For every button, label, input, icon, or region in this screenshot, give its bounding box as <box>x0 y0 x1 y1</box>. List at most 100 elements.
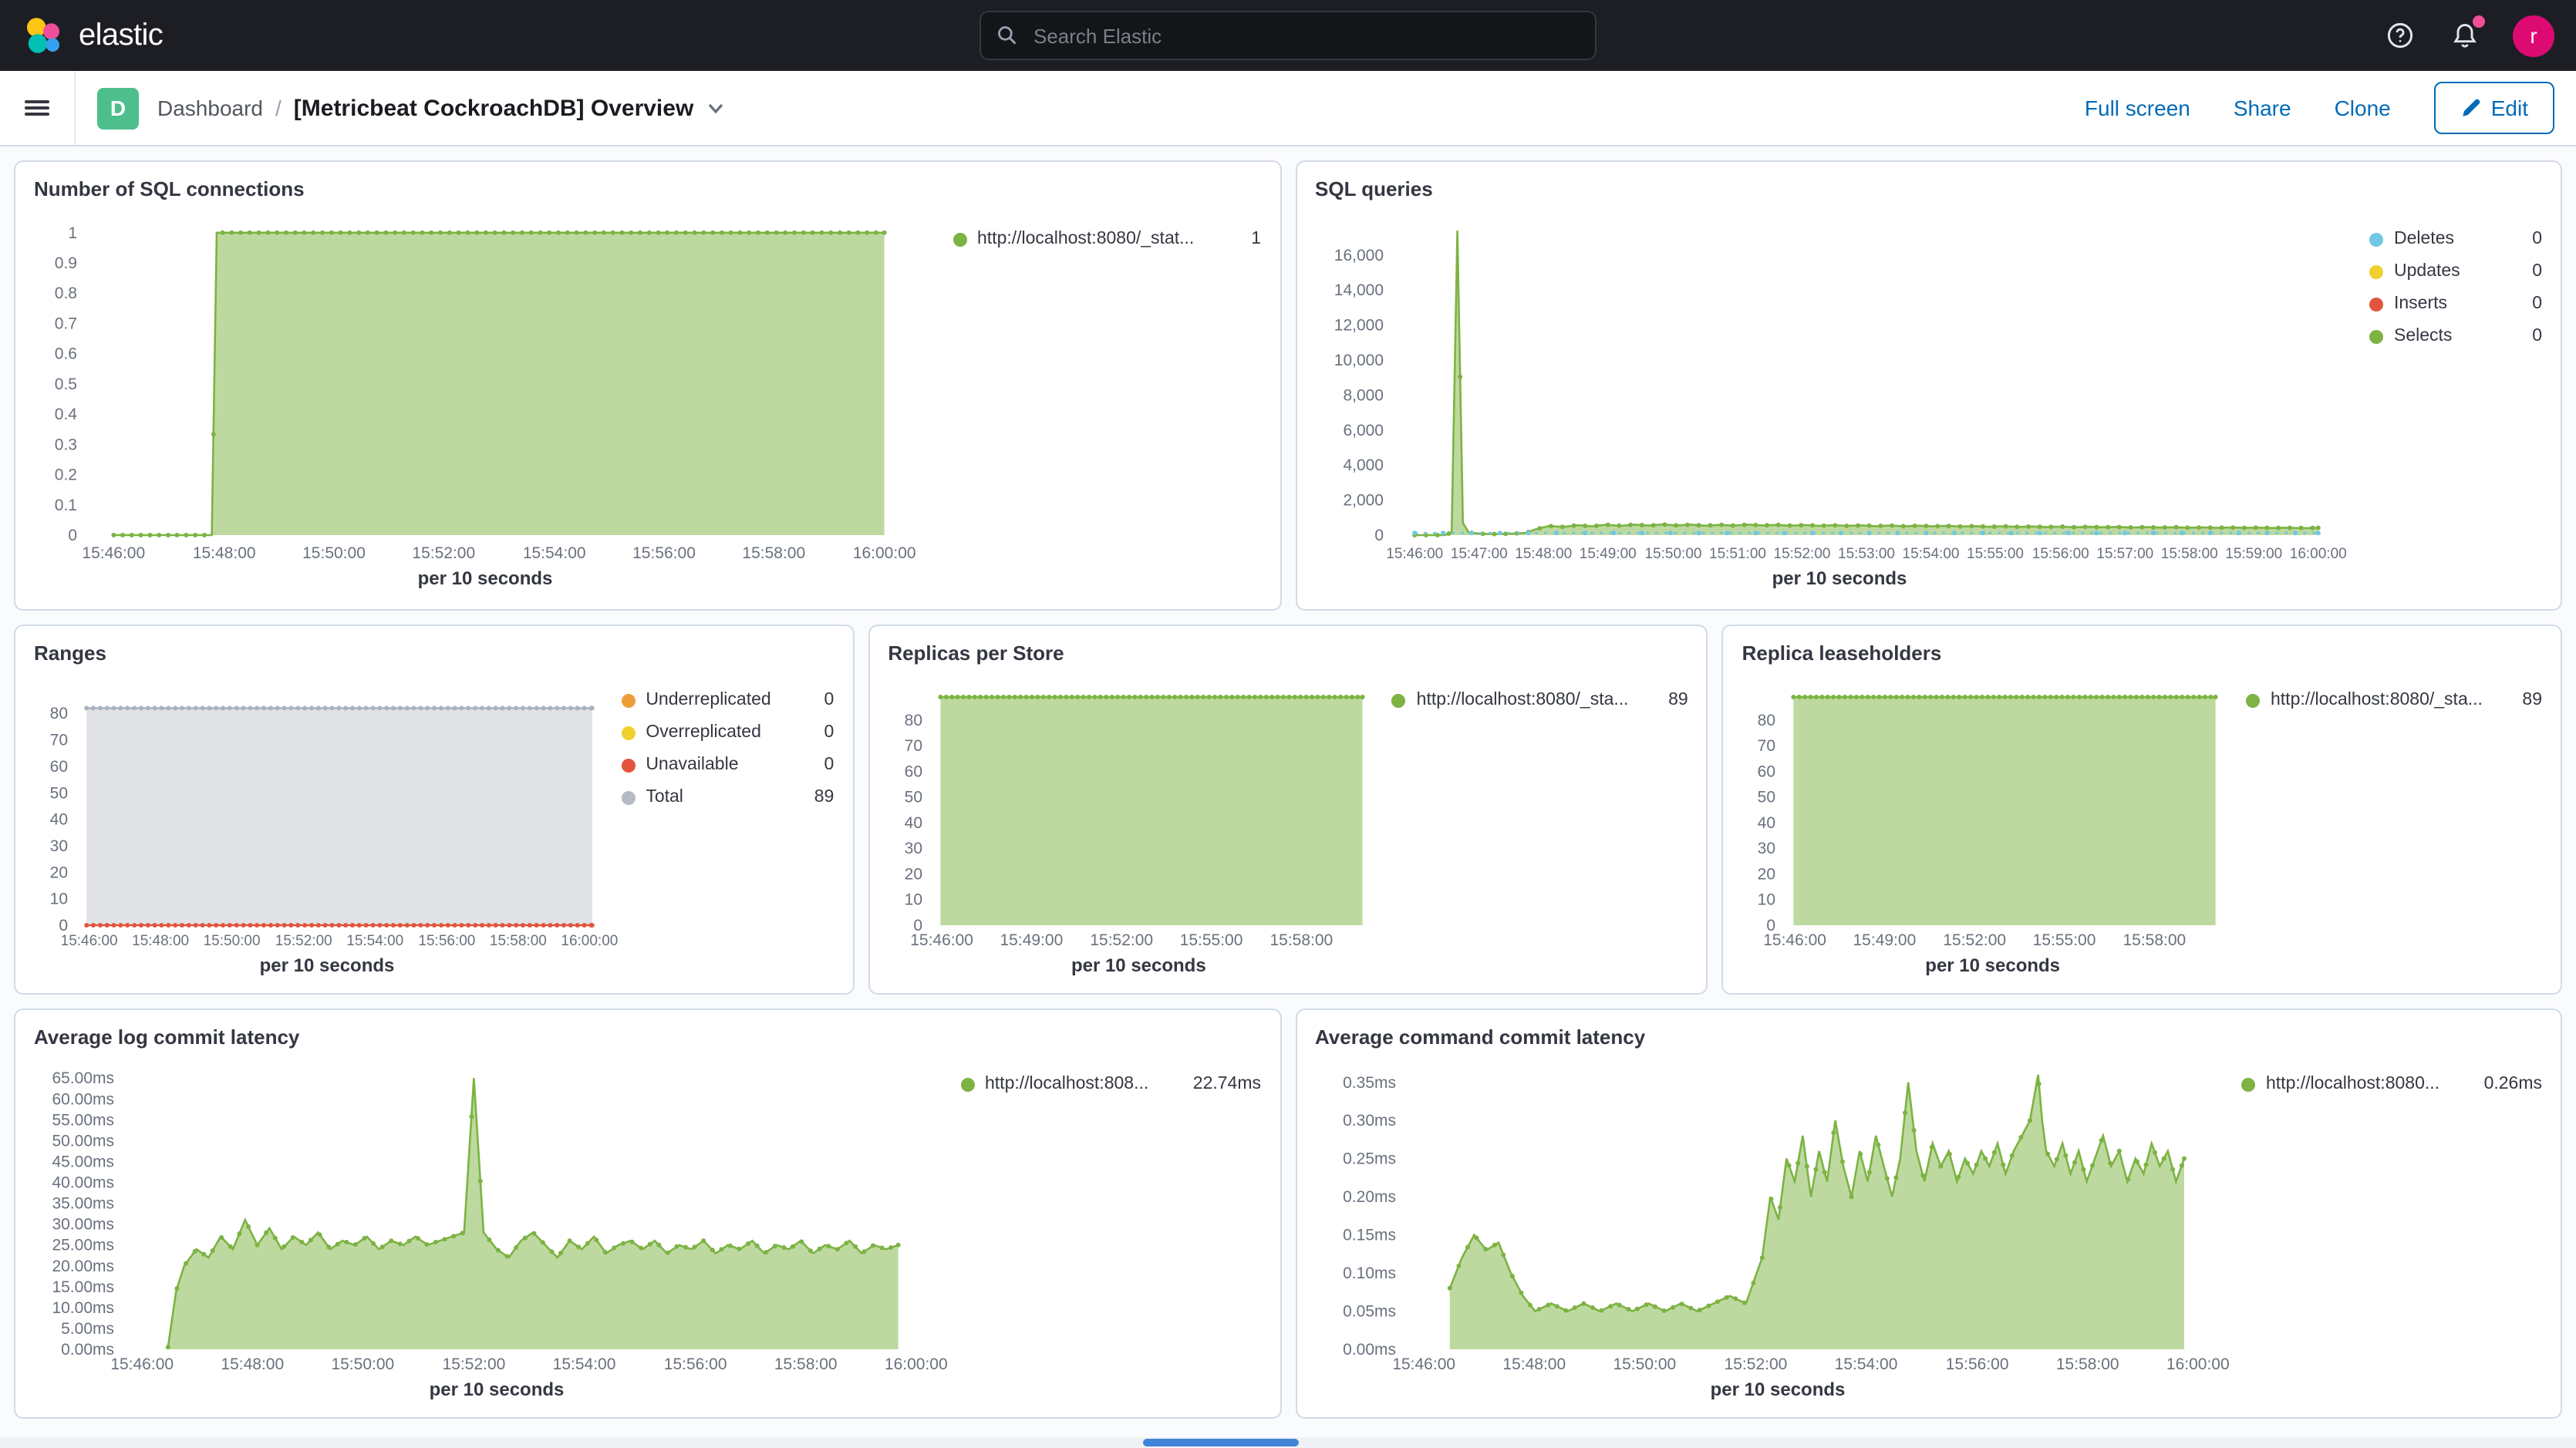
horizontal-scrollbar-thumb[interactable] <box>1143 1439 1299 1446</box>
svg-text:15:47:00: 15:47:00 <box>1450 546 1507 562</box>
notifications-icon[interactable] <box>2448 19 2482 52</box>
elastic-logo[interactable] <box>22 14 65 57</box>
avg-command-commit-latency-chart[interactable]: 0.00ms0.05ms0.10ms0.15ms0.20ms0.25ms0.30… <box>1315 1053 2241 1377</box>
legend-item[interactable]: Selects0 <box>2369 327 2542 345</box>
svg-text:15:46:00: 15:46:00 <box>61 933 118 949</box>
svg-text:15:54:00: 15:54:00 <box>553 1355 616 1373</box>
svg-text:15:52:00: 15:52:00 <box>443 1355 506 1373</box>
avg-log-commit-latency-chart[interactable]: 0.00ms5.00ms10.00ms15.00ms20.00ms25.00ms… <box>34 1053 959 1377</box>
legend-series-value: 0 <box>812 723 835 742</box>
legend-series-dot <box>2246 693 2260 707</box>
legend-item[interactable]: Overreplicated 0 <box>621 723 834 742</box>
legend-series-dot <box>2369 329 2383 343</box>
svg-text:70: 70 <box>50 732 68 749</box>
svg-text:15:46:00: 15:46:00 <box>110 1355 174 1373</box>
hamburger-menu-icon[interactable] <box>0 71 76 145</box>
legend-series-label: Deletes <box>2394 230 2509 248</box>
svg-text:5.00ms: 5.00ms <box>61 1320 114 1338</box>
svg-text:15:49:00: 15:49:00 <box>1000 931 1063 949</box>
svg-text:12,000: 12,000 <box>1334 317 1383 335</box>
kibana-dashboard-app: elastic <box>0 0 2576 1448</box>
help-icon[interactable] <box>2383 19 2417 52</box>
svg-text:0.9: 0.9 <box>55 254 77 272</box>
svg-text:8,000: 8,000 <box>1342 386 1383 404</box>
chart-legend: Underreplicated0 Overreplicated 0 Unavailab… <box>621 669 834 981</box>
svg-text:10: 10 <box>1758 891 1775 909</box>
replicas-per-store-chart[interactable]: 0102030405060708015:46:0015:49:0015:52:0… <box>888 669 1389 953</box>
svg-text:15:58:00: 15:58:00 <box>2055 1355 2119 1373</box>
legend-item[interactable]: http://localhost:8080...0.26ms <box>2241 1075 2542 1093</box>
svg-text:14,000: 14,000 <box>1334 281 1383 299</box>
legend-series-label: Underreplicated <box>646 691 801 709</box>
legend-series-dot <box>621 790 635 804</box>
svg-text:15:52:00: 15:52:00 <box>1773 546 1830 562</box>
svg-text:10: 10 <box>904 891 922 909</box>
legend-item[interactable]: http://localhost:8080/_sta...89 <box>1392 691 1688 709</box>
pencil-icon <box>2460 98 2480 118</box>
legend-item[interactable]: Inserts0 <box>2369 295 2542 313</box>
panel-sql-queries: SQL queries 02,0004,0006,0008,00010,0001… <box>1295 160 2562 611</box>
svg-text:0.1: 0.1 <box>55 497 77 514</box>
dashboard-grid: Number of SQL connections 00.10.20.30.40… <box>0 146 2576 1433</box>
global-search[interactable] <box>979 11 1597 60</box>
svg-text:15:54:00: 15:54:00 <box>523 544 586 562</box>
svg-text:30: 30 <box>1758 840 1775 857</box>
legend-series-value: 89 <box>2510 691 2542 709</box>
legend-series-label: http://localhost:8080/_sta... <box>2271 691 2499 709</box>
legend-item[interactable]: Total89 <box>621 788 834 807</box>
sql-queries-chart[interactable]: 02,0004,0006,0008,00010,00012,00014,0001… <box>1315 208 2364 566</box>
legend-series-label: Overreplicated <box>646 723 801 742</box>
svg-text:20: 20 <box>50 864 68 881</box>
svg-text:10.00ms: 10.00ms <box>52 1299 114 1317</box>
svg-text:15:48:00: 15:48:00 <box>132 933 189 949</box>
legend-series-label: http://localhost:8080... <box>2266 1075 2461 1093</box>
page-title: [Metricbeat CockroachDB] Overview <box>294 95 694 121</box>
svg-text:15:52:00: 15:52:00 <box>275 933 332 949</box>
svg-text:15:52:00: 15:52:00 <box>412 544 475 562</box>
legend-item[interactable]: http://localhost:808...22.74ms <box>960 1075 1261 1093</box>
dashboard-badge[interactable]: D <box>97 87 139 129</box>
legend-item[interactable]: Underreplicated0 <box>621 691 834 709</box>
legend-item[interactable]: Updates0 <box>2369 262 2542 281</box>
legend-item[interactable]: Unavailable0 <box>621 756 834 774</box>
svg-text:10: 10 <box>50 891 68 908</box>
breadcrumb-dashboard[interactable]: Dashboard <box>157 96 263 120</box>
legend-series-label: Inserts <box>2394 295 2509 313</box>
replica-leaseholders-chart[interactable]: 0102030405060708015:46:0015:49:0015:52:0… <box>1742 669 2244 953</box>
chevron-down-icon[interactable] <box>706 99 724 117</box>
svg-text:45.00ms: 45.00ms <box>52 1153 114 1170</box>
legend-series-dot <box>621 726 635 739</box>
full-screen-button[interactable]: Full screen <box>2085 96 2190 120</box>
svg-text:15:46:00: 15:46:00 <box>1391 1355 1455 1373</box>
svg-text:0.7: 0.7 <box>55 315 77 332</box>
share-button[interactable]: Share <box>2234 96 2291 120</box>
edit-button[interactable]: Edit <box>2434 82 2554 134</box>
panel-title: Average log commit latency <box>34 1022 1261 1053</box>
svg-text:15:58:00: 15:58:00 <box>2160 546 2217 562</box>
svg-text:15:55:00: 15:55:00 <box>1966 546 2023 562</box>
ranges-chart[interactable]: 0102030405060708015:46:0015:48:0015:50:0… <box>34 669 620 953</box>
svg-text:16,000: 16,000 <box>1334 247 1383 264</box>
legend-series-value: 22.74ms <box>1181 1075 1261 1093</box>
svg-text:15:54:00: 15:54:00 <box>1902 546 1959 562</box>
svg-text:15:52:00: 15:52:00 <box>1724 1355 1787 1373</box>
svg-text:15:46:00: 15:46:00 <box>1385 546 1442 562</box>
legend-item[interactable]: http://localhost:8080/_stat...1 <box>953 230 1261 248</box>
brand-wordmark[interactable]: elastic <box>79 18 163 53</box>
legend-series-label: Selects <box>2394 327 2509 345</box>
svg-text:0.00ms: 0.00ms <box>1342 1341 1395 1359</box>
legend-series-value: 1 <box>1239 230 1261 248</box>
clone-button[interactable]: Clone <box>2335 96 2391 120</box>
user-avatar[interactable]: r <box>2513 15 2554 56</box>
legend-item[interactable]: http://localhost:8080/_sta... 89 <box>2246 691 2542 709</box>
legend-series-dot <box>2241 1077 2255 1091</box>
svg-text:0: 0 <box>59 917 68 934</box>
legend-item[interactable]: Deletes0 <box>2369 230 2542 248</box>
svg-text:15:46:00: 15:46:00 <box>82 544 145 562</box>
svg-text:15:54:00: 15:54:00 <box>1834 1355 1897 1373</box>
svg-text:16:00:00: 16:00:00 <box>2289 546 2346 562</box>
search-input[interactable] <box>1030 22 1580 49</box>
legend-series-dot <box>2369 232 2383 246</box>
sql-connections-chart[interactable]: 00.10.20.30.40.50.60.70.80.9115:46:0015:… <box>34 208 936 566</box>
svg-text:15:58:00: 15:58:00 <box>1269 931 1333 949</box>
